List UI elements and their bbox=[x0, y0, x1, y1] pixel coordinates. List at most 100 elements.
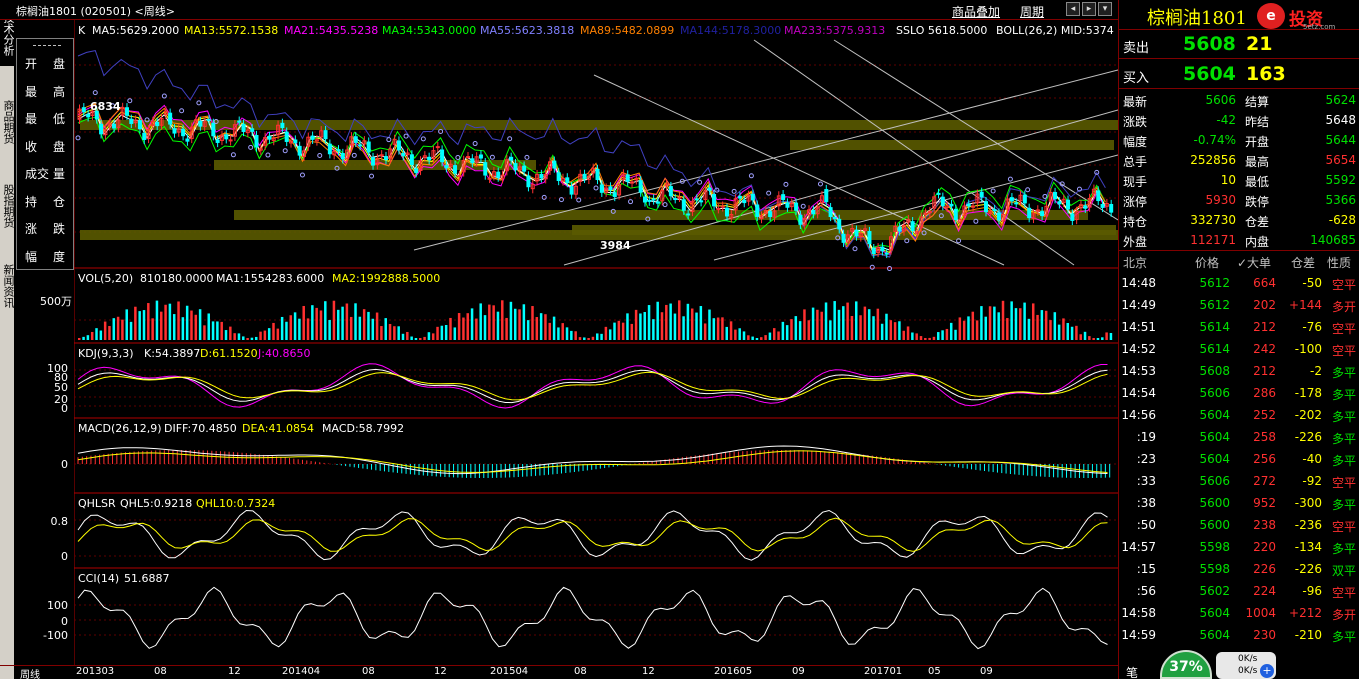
macd-name-label: MACD(26,12,9) bbox=[78, 422, 162, 435]
dropdown-button[interactable]: ▾ bbox=[1098, 2, 1112, 16]
candle-body bbox=[725, 207, 729, 217]
sar-dot bbox=[369, 173, 375, 179]
volume-bar bbox=[863, 306, 867, 340]
quote-key-left: 涨停 bbox=[1123, 195, 1148, 209]
volume-bar bbox=[872, 316, 875, 340]
volume-bar bbox=[82, 336, 85, 340]
quote-key-left: 现手 bbox=[1123, 175, 1148, 189]
trade-oi-change: -226 bbox=[1294, 430, 1322, 444]
trade-volume: 664 bbox=[1253, 276, 1276, 290]
macd-value-label: MACD:58.7992 bbox=[322, 422, 405, 435]
trade-nature: 多平 bbox=[1331, 498, 1356, 512]
volume-bar bbox=[557, 327, 560, 340]
volume-bar bbox=[440, 325, 444, 340]
volume-bar bbox=[505, 317, 508, 340]
candle-body bbox=[409, 154, 414, 165]
candle-body bbox=[1040, 211, 1045, 217]
divider bbox=[1119, 88, 1359, 89]
tab-commodity-futures[interactable]: 商品期货 bbox=[0, 92, 15, 152]
memory-usage-badge[interactable]: 37% bbox=[1160, 650, 1212, 679]
candle-body bbox=[712, 194, 717, 207]
trade-price: 5604 bbox=[1199, 606, 1230, 620]
volume-bar bbox=[86, 335, 90, 340]
trade-nature: 多开 bbox=[1331, 300, 1356, 314]
trade-nature: 多平 bbox=[1331, 410, 1356, 424]
volume-bar bbox=[129, 321, 133, 340]
volume-bar bbox=[358, 316, 362, 340]
trade-row: 14:49 5612 202 +144 多开 bbox=[1119, 294, 1359, 316]
scroll-left-button[interactable]: ◂ bbox=[1066, 2, 1080, 16]
candle-body bbox=[841, 233, 846, 243]
kline-chart-svg[interactable] bbox=[73, 20, 1119, 668]
trade-row: :19 5604 258 -226 多平 bbox=[1119, 426, 1359, 448]
volume-bar bbox=[1083, 331, 1087, 340]
volume-bar bbox=[414, 338, 418, 340]
data-window-key-a: 持 bbox=[25, 194, 38, 209]
data-window-key-b: 低 bbox=[53, 112, 66, 126]
volume-bar bbox=[967, 316, 970, 340]
volume-bar bbox=[591, 336, 595, 340]
volume-bar bbox=[526, 320, 530, 340]
chart-area[interactable]: K MA5:5629.2000 MA13:5572.1538 MA21:5435… bbox=[40, 20, 1119, 668]
scroll-right-button[interactable]: ▸ bbox=[1082, 2, 1096, 16]
candle-body bbox=[401, 152, 406, 157]
volume-bar bbox=[384, 318, 387, 340]
plus-icon[interactable]: + bbox=[1260, 664, 1274, 678]
trade-oi-change: -92 bbox=[1302, 474, 1322, 488]
time-axis-tick-label: 12 bbox=[642, 666, 655, 677]
ask-row: 卖出 5608 21 bbox=[1119, 30, 1359, 58]
trade-volume: 952 bbox=[1253, 496, 1276, 510]
volume-bar bbox=[600, 333, 603, 340]
data-window-row: 持仓 bbox=[17, 191, 75, 211]
trade-time: :38 bbox=[1136, 496, 1156, 510]
candle-body bbox=[539, 173, 544, 179]
period-link[interactable]: 周期 bbox=[1020, 3, 1044, 20]
candle-body bbox=[478, 154, 483, 159]
overlay-commodity-link[interactable]: 商品叠加 bbox=[952, 3, 1000, 20]
candle-body bbox=[798, 214, 803, 225]
volume-bar bbox=[362, 309, 366, 340]
volume-bar bbox=[479, 303, 482, 340]
volume-bar bbox=[90, 331, 94, 340]
candle-body bbox=[608, 186, 613, 191]
volume-bar bbox=[436, 326, 439, 340]
volume-bar bbox=[613, 322, 616, 340]
tab-index-futures[interactable]: 股指期货 bbox=[0, 176, 15, 236]
trade-price: 5614 bbox=[1199, 342, 1230, 356]
volume-bar bbox=[1053, 312, 1057, 340]
trade-volume: 242 bbox=[1253, 342, 1276, 356]
volume-bar bbox=[846, 302, 849, 340]
candle-body bbox=[1100, 203, 1105, 208]
volume-bar bbox=[522, 304, 526, 340]
data-window-key-b: 高 bbox=[53, 84, 66, 99]
trade-oi-change: -236 bbox=[1294, 518, 1322, 532]
candle-body bbox=[612, 192, 617, 198]
volume-bar bbox=[168, 303, 172, 340]
cci-axis-0: 0 bbox=[61, 615, 68, 628]
trade-row: 14:48 5612 664 -50 空平 bbox=[1119, 272, 1359, 294]
volume-bar bbox=[134, 306, 137, 340]
candle-body bbox=[794, 202, 799, 211]
volume-bar bbox=[246, 338, 249, 340]
candle-body bbox=[470, 158, 475, 164]
time-axis-tick-label: 201701 bbox=[864, 666, 903, 677]
volume-bar bbox=[794, 316, 798, 340]
volume-bar bbox=[984, 316, 987, 340]
volume-bar bbox=[829, 320, 832, 340]
volume-bar bbox=[837, 309, 841, 340]
candle-body bbox=[185, 138, 190, 142]
left-tab-strip: 技术分析 商品期货 股指期货 新闻资讯 bbox=[0, 0, 15, 679]
volume-bar bbox=[488, 304, 491, 340]
candle-body bbox=[207, 118, 211, 121]
volume-bar bbox=[1001, 300, 1005, 340]
volume-bar bbox=[462, 317, 465, 340]
sar-dot bbox=[887, 266, 893, 272]
data-window-row: 开盘 bbox=[17, 53, 75, 73]
volume-bar bbox=[203, 325, 206, 340]
candle-body bbox=[526, 175, 531, 188]
time-axis-tick-label: 201605 bbox=[714, 666, 753, 677]
sar-dot bbox=[662, 202, 668, 208]
candle-body bbox=[720, 205, 725, 208]
volume-bar bbox=[621, 322, 625, 340]
trade-nature: 多平 bbox=[1331, 432, 1356, 446]
